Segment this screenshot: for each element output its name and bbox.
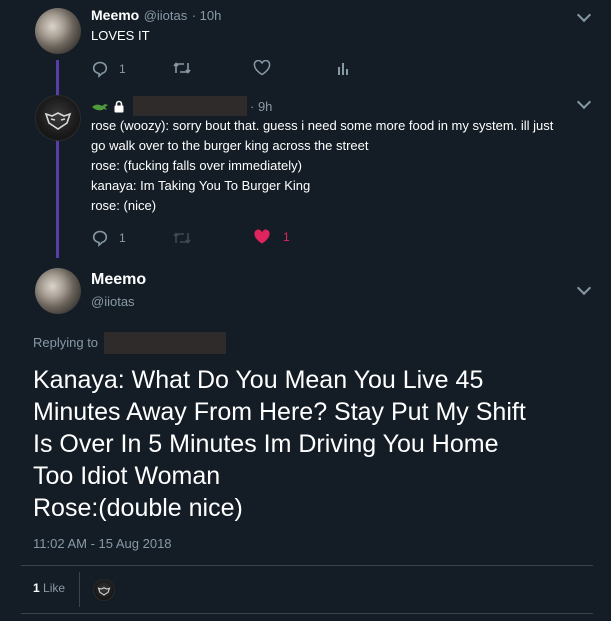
retweet-button [172,230,192,251]
like-label: Like [43,581,66,595]
like-button[interactable]: 1 [253,229,290,245]
stat-separator [79,572,80,607]
tweet-line: rose (woozy): sorry bout that. guess i n… [91,118,554,133]
divider [21,565,593,566]
tweet-time[interactable]: · 9h [250,99,272,114]
redacted-name [133,96,247,116]
likes-stat[interactable]: 1 Like [33,581,65,595]
tweet-line: Too Idiot Woman [33,462,221,490]
replying-to-label: Replying to [33,335,99,350]
reply-count: 1 [119,231,126,245]
like-count: 1 [283,230,290,244]
heart-icon [253,59,271,76]
tweet-text: rose (woozy): sorry bout that. guess i n… [91,116,601,216]
reply-icon [92,61,108,78]
tweet-line: Is Over In 5 Minutes Im Driving You Home [33,430,499,458]
avatar[interactable] [35,8,81,54]
retweet-icon [173,232,191,244]
tweet-line: go walk over to the burger king across t… [91,138,369,153]
divider [21,613,593,614]
tweet-line: kanaya: Im Taking You To Burger King [91,178,311,193]
tweet-header: · 9h [91,96,272,116]
retweet-icon [173,62,191,74]
author-name[interactable]: Meemo [91,271,146,289]
chevron-down-icon[interactable] [576,94,592,110]
author-handle[interactable]: @iiotas [144,8,188,23]
tweet-line: Minutes Away From Here? Stay Put My Shif… [33,398,526,426]
avatar[interactable] [35,268,81,314]
tweet-header: Meemo @iiotas · 10h [91,7,221,25]
tweet-line: Rose:(double nice) [33,494,243,522]
reply-button[interactable]: 1 [91,60,126,78]
timestamp[interactable]: 11:02 AM - 15 Aug 2018 [33,536,172,551]
avatar-face-icon [97,587,111,596]
lock-icon [114,100,124,112]
author-name[interactable]: Meemo [91,7,139,23]
reply-count: 1 [119,62,126,76]
chevron-down-icon[interactable] [576,280,592,296]
analytics-button[interactable] [336,61,350,80]
avatar[interactable] [35,95,81,141]
tweet-text: LOVES IT [91,28,150,43]
redacted-reply-target[interactable] [104,332,226,354]
liker-avatar[interactable] [93,579,115,601]
avatar-face-icon [44,112,72,130]
tweet-time[interactable]: · 10h [192,8,222,23]
reply-button[interactable]: 1 [91,229,126,247]
analytics-icon [338,63,348,75]
main-tweet-text: Kanaya: What Do You Mean You Live 45 Min… [33,364,603,524]
retweet-button[interactable] [172,60,192,81]
thread-line [56,60,59,258]
chevron-down-icon[interactable] [576,7,592,23]
tweet-line: Kanaya: What Do You Mean You Live 45 [33,366,484,394]
tweet-line: rose: (fucking falls over immediately) [91,158,302,173]
reply-icon [92,230,108,247]
author-handle[interactable]: @iiotas [91,294,135,309]
heart-filled-icon [254,229,270,244]
like-count: 1 [33,581,40,595]
tweet-line: rose: (nice) [91,198,157,213]
lizard-icon [92,104,108,111]
like-button[interactable] [253,59,271,81]
